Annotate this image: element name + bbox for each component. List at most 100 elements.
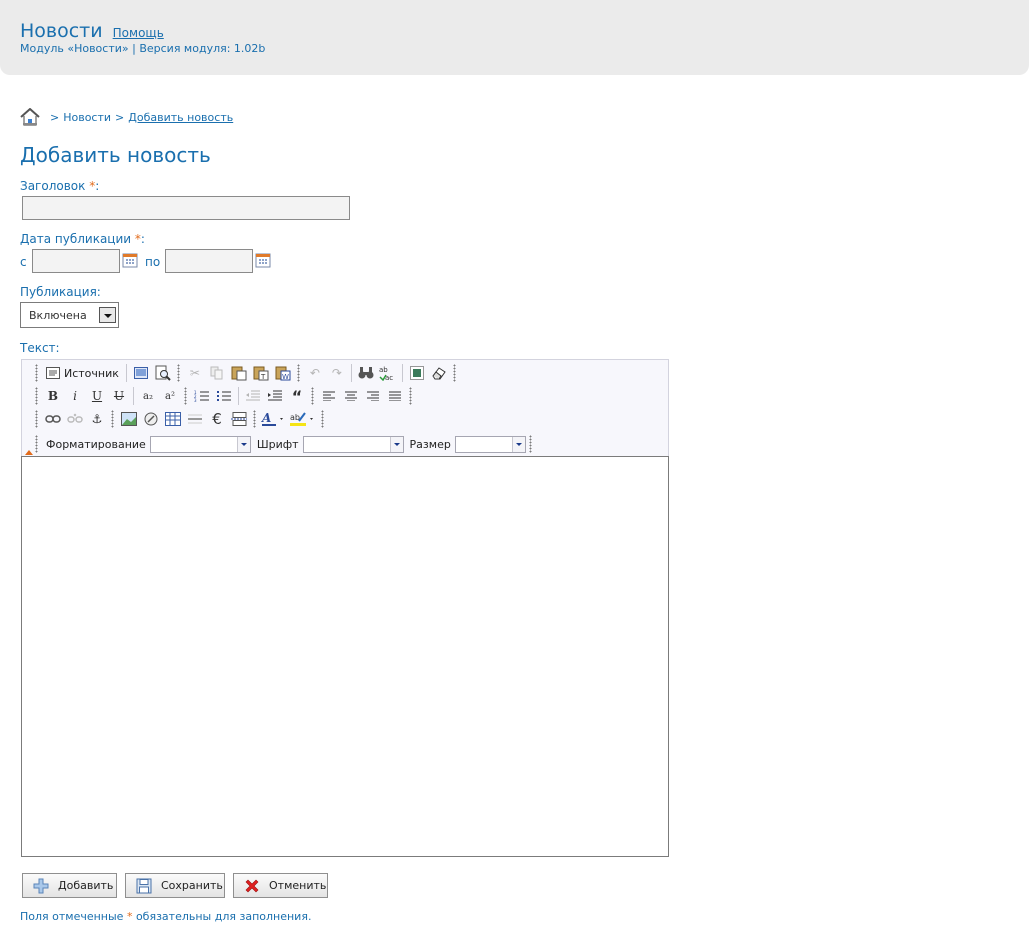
svg-text:3: 3	[194, 398, 197, 402]
text-color-icon[interactable]: A	[260, 409, 288, 429]
calendar-icon[interactable]	[255, 252, 271, 268]
chevron-down-icon[interactable]	[99, 307, 116, 323]
editor-toolbar: Источник ✂ T W ↶ ↷ ab ac B i U U a₂ a² 1…	[21, 359, 669, 457]
add-button[interactable]: Добавить	[22, 873, 117, 898]
copy-icon[interactable]	[206, 363, 228, 383]
spellcheck-icon[interactable]: ab ac	[377, 363, 399, 383]
required-mark: *	[126, 910, 133, 923]
editor-content-area[interactable]	[21, 456, 669, 857]
home-icon[interactable]	[20, 108, 40, 126]
help-link[interactable]: Помощь	[113, 26, 164, 40]
toolbar-collapse-icon[interactable]	[25, 450, 33, 455]
date-to-input[interactable]	[165, 249, 253, 273]
toolbar-grip[interactable]	[253, 410, 256, 428]
italic-icon[interactable]: i	[64, 386, 86, 406]
toolbar-separator	[401, 364, 403, 382]
find-icon[interactable]	[355, 363, 377, 383]
align-right-icon[interactable]	[362, 386, 384, 406]
bulleted-list-icon[interactable]	[213, 386, 235, 406]
eraser-icon[interactable]	[428, 363, 450, 383]
toolbar-grip[interactable]	[35, 435, 38, 453]
breadcrumb-separator: >	[50, 110, 60, 124]
chevron-down-icon[interactable]	[389, 436, 403, 452]
paste-word-icon[interactable]: W	[272, 363, 294, 383]
toolbar-grip[interactable]	[35, 387, 38, 405]
toolbar-grip[interactable]	[35, 364, 38, 382]
required-fields-note: Поля отмеченные * обязательны для заполн…	[20, 910, 311, 923]
font-label: Шрифт	[256, 437, 299, 451]
align-justify-icon[interactable]	[384, 386, 406, 406]
select-all-icon[interactable]	[406, 363, 428, 383]
title-input[interactable]	[22, 196, 350, 220]
label-colon: :	[140, 232, 145, 246]
print-preview-icon[interactable]	[152, 363, 174, 383]
toolbar-grip[interactable]	[176, 364, 180, 382]
toolbar-grip[interactable]	[321, 410, 324, 428]
indent-icon[interactable]	[264, 386, 286, 406]
svg-text:W: W	[282, 373, 289, 381]
toolbar-grip[interactable]	[452, 364, 456, 382]
size-label: Размер	[409, 437, 451, 451]
horizontal-rule-icon[interactable]	[184, 409, 206, 429]
align-center-icon[interactable]	[340, 386, 362, 406]
page-header: Новости Помощь Модуль «Новости» | Версия…	[0, 0, 1029, 75]
link-icon[interactable]	[42, 409, 64, 429]
flash-icon[interactable]	[140, 409, 162, 429]
undo-icon[interactable]: ↶	[304, 363, 326, 383]
rich-text-editor: Источник ✂ T W ↶ ↷ ab ac B i U U a₂ a² 1…	[21, 359, 669, 857]
source-button[interactable]: Источник	[42, 367, 123, 380]
paste-icon[interactable]	[228, 363, 250, 383]
add-button-label: Добавить	[58, 879, 114, 892]
page-break-icon[interactable]	[228, 409, 250, 429]
cut-icon[interactable]: ✂	[184, 363, 206, 383]
subscript-icon[interactable]: a₂	[137, 386, 159, 406]
size-combo[interactable]	[454, 435, 526, 453]
image-icon[interactable]	[118, 409, 140, 429]
superscript-icon[interactable]: a²	[159, 386, 181, 406]
calendar-icon[interactable]	[122, 252, 138, 268]
breadcrumb-separator: >	[115, 110, 125, 124]
breadcrumb-news[interactable]: Новости	[63, 111, 111, 124]
chevron-down-icon[interactable]	[236, 436, 250, 452]
publication-select[interactable]: Включена	[20, 302, 119, 328]
toolbar-grip[interactable]	[184, 387, 187, 405]
toolbar-grip[interactable]	[528, 435, 532, 453]
cancel-button[interactable]: Отменить	[233, 873, 328, 898]
toolbar-separator	[350, 364, 352, 382]
format-label: Форматирование	[46, 437, 146, 451]
font-combo[interactable]	[302, 435, 404, 453]
unlink-icon[interactable]	[64, 409, 86, 429]
title-label: Заголовок	[20, 179, 86, 193]
chevron-down-icon[interactable]	[511, 436, 525, 452]
toolbar-grip[interactable]	[311, 387, 314, 405]
anchor-icon[interactable]: ⚓	[86, 409, 108, 429]
strikethrough-icon[interactable]: U	[108, 386, 130, 406]
bold-icon[interactable]: B	[42, 386, 64, 406]
preview-icon[interactable]	[130, 363, 152, 383]
toolbar-grip[interactable]	[111, 410, 114, 428]
numbered-list-icon[interactable]: 123	[191, 386, 213, 406]
align-left-icon[interactable]	[318, 386, 340, 406]
module-title: Новости	[20, 20, 103, 42]
format-combo[interactable]	[149, 435, 251, 453]
plus-icon	[33, 878, 49, 893]
paste-text-icon[interactable]: T	[250, 363, 272, 383]
redo-icon[interactable]: ↷	[326, 363, 348, 383]
euro-icon[interactable]: €	[206, 409, 228, 429]
toolbar-separator	[125, 364, 127, 382]
table-icon[interactable]	[162, 409, 184, 429]
toolbar-grip[interactable]	[296, 364, 300, 382]
toolbar-grip[interactable]	[409, 387, 412, 405]
underline-icon[interactable]: U	[86, 386, 108, 406]
blockquote-icon[interactable]: “	[286, 386, 308, 406]
date-from-label: с	[20, 255, 27, 269]
background-color-icon[interactable]: ab	[288, 409, 318, 429]
note-after: обязательны для заполнения.	[135, 910, 312, 923]
text-label: Текст:	[20, 341, 60, 355]
publication-value: Включена	[29, 309, 87, 322]
date-from-input[interactable]	[32, 249, 120, 273]
save-button[interactable]: Сохранить	[125, 873, 225, 898]
breadcrumb-add-news[interactable]: Добавить новость	[128, 111, 233, 124]
outdent-icon[interactable]	[242, 386, 264, 406]
toolbar-grip[interactable]	[35, 410, 38, 428]
